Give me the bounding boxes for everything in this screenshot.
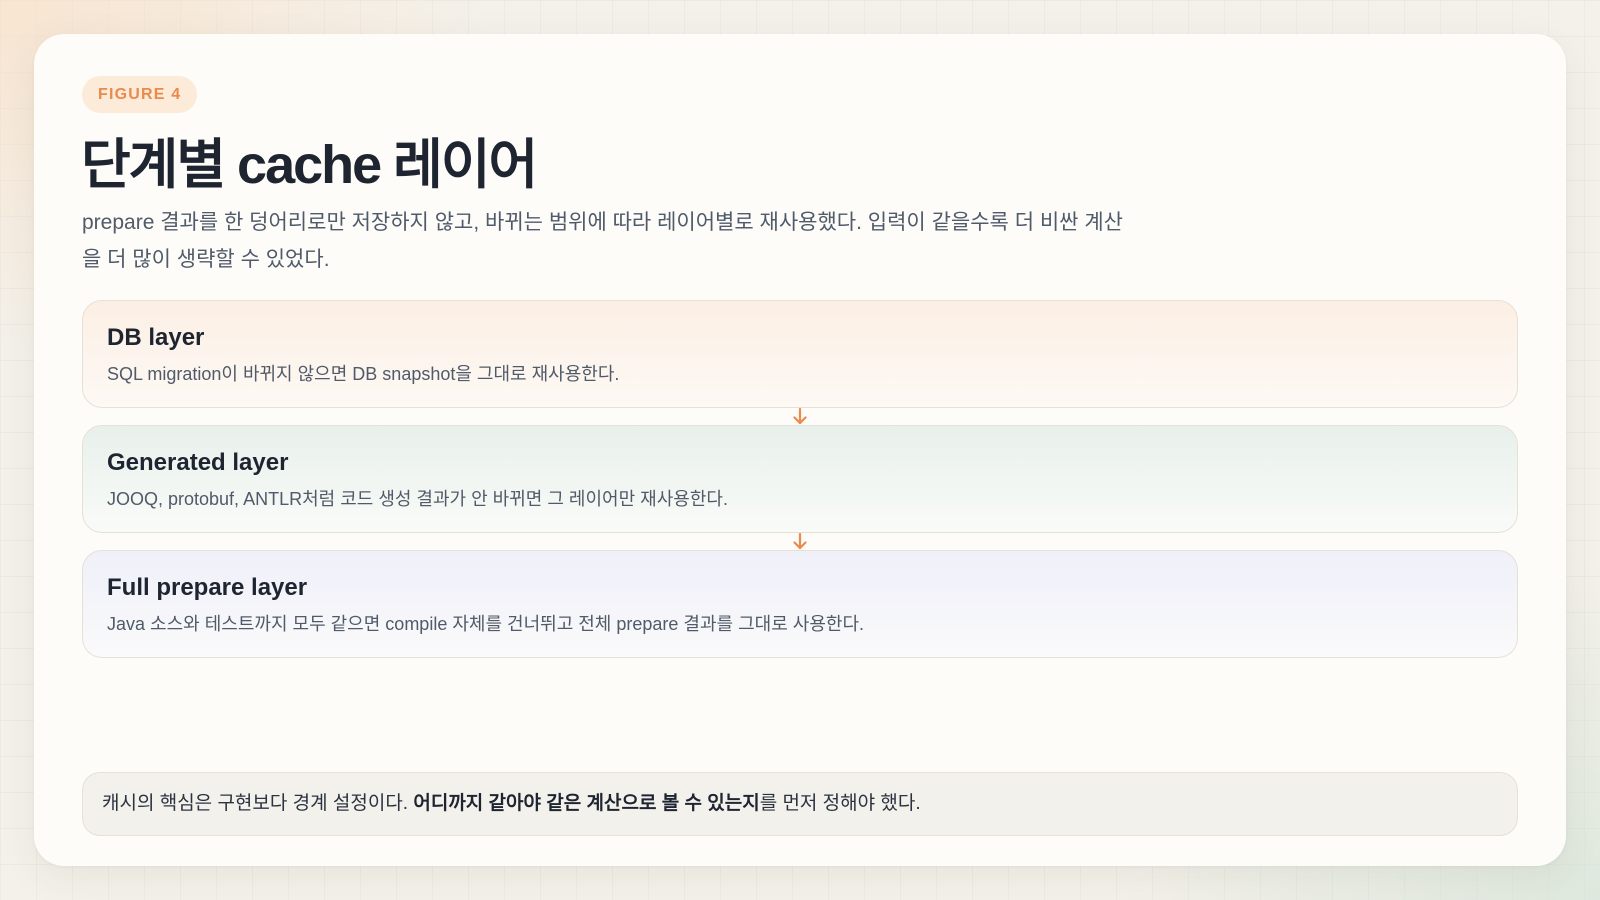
- footer-note-suffix: 를 먼저 정해야 했다.: [759, 793, 921, 814]
- arrow-down-icon: [793, 408, 807, 425]
- layer-description: SQL migration이 바뀌지 않으면 DB snapshot을 그대로 …: [107, 364, 620, 384]
- layer-card-full-prepare: Full prepare layer Java 소스와 테스트까지 모두 같으면…: [82, 550, 1518, 658]
- layer-connector: [82, 408, 1518, 425]
- cache-layer-stack: DB layer SQL migration이 바뀌지 않으면 DB snaps…: [82, 300, 1518, 658]
- figure-title: 단계별 cache 레이어: [81, 135, 538, 195]
- layer-title: DB layer: [107, 324, 205, 351]
- layer-connector: [82, 533, 1518, 550]
- layer-card-db: DB layer SQL migration이 바뀌지 않으면 DB snaps…: [82, 300, 1518, 408]
- layer-description: Java 소스와 테스트까지 모두 같으면 compile 자체를 건너뛰고 전…: [107, 614, 865, 634]
- figure-card: FIGURE 4 단계별 cache 레이어 prepare 결과를 한 덩어리…: [34, 34, 1566, 866]
- figure-badge: FIGURE 4: [82, 76, 198, 113]
- footer-note: 캐시의 핵심은 구현보다 경계 설정이다. 어디까지 같아야 같은 계산으로 볼…: [82, 772, 1518, 836]
- layer-card-generated: Generated layer JOOQ, protobuf, ANTLR처럼 …: [82, 425, 1518, 533]
- footer-note-emphasis: 어디까지 같아야 같은 계산으로 볼 수 있는지: [413, 793, 760, 814]
- layer-title: Full prepare layer: [107, 574, 308, 601]
- arrow-down-icon: [793, 533, 807, 550]
- layer-title: Generated layer: [107, 449, 289, 476]
- figure-subtitle: prepare 결과를 한 덩어리로만 저장하지 않고, 바뀌는 범위에 따라 …: [82, 211, 1123, 271]
- footer-note-prefix: 캐시의 핵심은 구현보다 경계 설정이다.: [102, 793, 414, 814]
- layer-description: JOOQ, protobuf, ANTLR처럼 코드 생성 결과가 안 바뀌면 …: [107, 489, 728, 509]
